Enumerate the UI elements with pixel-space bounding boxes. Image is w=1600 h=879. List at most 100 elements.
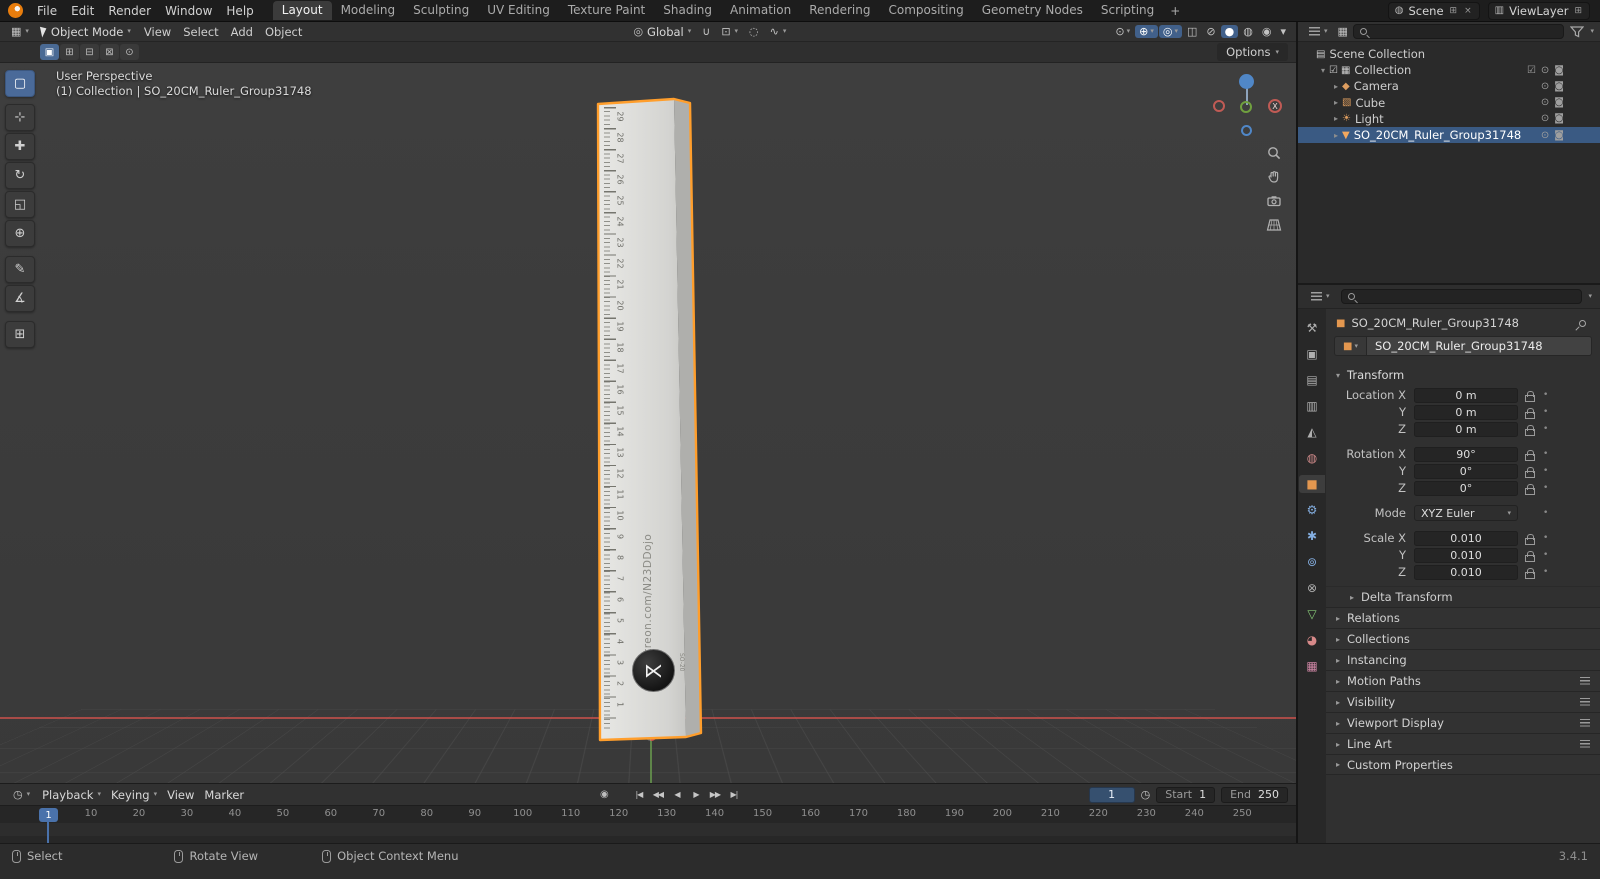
animate-dot[interactable]: • xyxy=(1543,466,1548,476)
animate-dot[interactable]: • xyxy=(1543,407,1548,417)
properties-tab-object-data[interactable]: ▽ xyxy=(1299,605,1325,623)
properties-search[interactable] xyxy=(1340,289,1583,304)
lock-icon[interactable] xyxy=(1525,551,1535,562)
render-toggle-icon[interactable]: ◙ xyxy=(1554,81,1564,92)
menu-edit[interactable]: Edit xyxy=(64,2,101,20)
play-button[interactable]: ▶ xyxy=(687,787,704,803)
transform-tool-button[interactable]: ⊕ xyxy=(5,220,35,247)
menu-file[interactable]: File xyxy=(30,2,64,20)
render-toggle-icon[interactable]: ◙ xyxy=(1554,130,1564,141)
properties-tab-tool[interactable]: ⚒ xyxy=(1299,319,1325,337)
add-workspace-button[interactable]: + xyxy=(1163,4,1187,18)
checkbox-toggle-icon[interactable]: ☑ xyxy=(1527,65,1536,76)
properties-tab-modifiers[interactable]: ⚙ xyxy=(1299,501,1325,519)
workspace-tab-compositing[interactable]: Compositing xyxy=(879,1,972,20)
filter-icon[interactable] xyxy=(1569,24,1585,40)
eye-toggle-icon[interactable]: ⊙ xyxy=(1541,130,1549,141)
camera-view-icon[interactable] xyxy=(1264,191,1284,211)
panel-relations[interactable]: ▸ Relations xyxy=(1326,607,1600,628)
end-frame-field[interactable]: End 250 xyxy=(1221,786,1288,803)
panel-delta-transform[interactable]: ▸ Delta Transform xyxy=(1326,586,1600,607)
workspace-tab-shading[interactable]: Shading xyxy=(654,1,721,20)
select-intersect-button[interactable]: ⊙ xyxy=(120,44,139,60)
lock-icon[interactable] xyxy=(1525,484,1535,495)
select-extend-button[interactable]: ⊞ xyxy=(60,44,79,60)
panel-transform[interactable]: ▾ Transform xyxy=(1326,364,1600,386)
pan-hand-icon[interactable] xyxy=(1264,167,1284,187)
properties-tab-output[interactable]: ▤ xyxy=(1299,371,1325,389)
animate-dot[interactable]: • xyxy=(1543,483,1548,493)
gizmo-x-neg-handle[interactable] xyxy=(1213,100,1225,112)
rotate-tool-button[interactable]: ↻ xyxy=(5,162,35,189)
outliner-editor-type-button[interactable]: ▾ xyxy=(1304,26,1333,37)
properties-tab-constraints[interactable]: ⊗ xyxy=(1299,579,1325,597)
blender-logo-icon[interactable] xyxy=(8,3,23,18)
panel-line-art[interactable]: ▸ Line Art xyxy=(1326,733,1600,754)
view-layer-selector[interactable]: ▥ ViewLayer ⊞ xyxy=(1487,1,1590,20)
outliner-row-so-20cm-ruler-group31748[interactable]: ▸ ▼ SO_20CM_Ruler_Group31748 ⊙ ◙ xyxy=(1298,126,1600,144)
viewport-menu-add[interactable]: Add xyxy=(225,24,259,40)
shading-material-preview[interactable]: ◍ xyxy=(1239,25,1257,38)
move-tool-button[interactable]: ✚ xyxy=(5,133,35,160)
prev-keyframe-button[interactable]: ◀◀ xyxy=(649,787,666,803)
eye-toggle-icon[interactable]: ⊙ xyxy=(1541,81,1549,92)
display-mode-icon[interactable]: ▦ xyxy=(1338,26,1348,37)
render-toggle-icon[interactable]: ◙ xyxy=(1554,113,1564,124)
snap-target-select[interactable]: ⊡ ▾ xyxy=(716,25,743,38)
lock-icon[interactable] xyxy=(1525,568,1535,579)
cursor-tool-button[interactable]: ⊹ xyxy=(5,104,35,131)
expand-icon[interactable]: ▸ xyxy=(1330,98,1342,107)
outliner-row-cube[interactable]: ▸ ▧ Cube ⊙ ◙ xyxy=(1298,95,1600,111)
viewport-menu-object[interactable]: Object xyxy=(259,24,308,40)
value-field[interactable]: 0 m xyxy=(1414,404,1518,420)
properties-tab-scene[interactable]: ◭ xyxy=(1299,423,1325,441)
panel-motion-paths[interactable]: ▸ Motion Paths xyxy=(1326,670,1600,691)
viewport-3d[interactable]: 1 2 3 4 5 6 7 8 9 10 11 12 13 14 15 16 17 18 19 20 21 22 23 24 2… xyxy=(0,63,1296,783)
new-view-layer-icon[interactable]: ⊞ xyxy=(1573,6,1583,16)
scale-tool-button[interactable]: ◱ xyxy=(5,191,35,218)
properties-tab-object[interactable]: ■ xyxy=(1299,475,1325,493)
animate-dot[interactable]: • xyxy=(1543,424,1548,434)
outliner-search-input[interactable] xyxy=(1371,25,1558,38)
playhead[interactable]: 1 xyxy=(39,808,58,822)
snap-toggle[interactable]: ∪ xyxy=(697,25,715,38)
properties-tab-material[interactable]: ◕ xyxy=(1299,631,1325,649)
properties-search-input[interactable] xyxy=(1359,290,1576,303)
expand-icon[interactable]: ▸ xyxy=(1330,82,1342,91)
options-dropdown[interactable]: Options ▾ xyxy=(1217,43,1288,61)
select-set-button[interactable]: ▣ xyxy=(40,44,59,60)
expand-icon[interactable]: ▾ xyxy=(1317,66,1329,75)
properties-tab-particles[interactable]: ✱ xyxy=(1299,527,1325,545)
render-toggle-icon[interactable]: ◙ xyxy=(1554,97,1564,108)
outliner-row-scene-collection[interactable]: ▤ Scene Collection xyxy=(1298,46,1600,62)
workspace-tab-layout[interactable]: Layout xyxy=(272,1,332,20)
outliner-row-light[interactable]: ▸ ☀ Light ⊙ ◙ xyxy=(1298,111,1600,127)
proportional-falloff-select[interactable]: ∿ ▾ xyxy=(765,25,792,38)
outliner-row-camera[interactable]: ▸ ◆ Camera ⊙ ◙ xyxy=(1298,78,1600,94)
eye-toggle-icon[interactable]: ⊙ xyxy=(1541,97,1549,108)
gizmo-z-handle[interactable] xyxy=(1239,74,1254,89)
collection-checkbox-icon[interactable]: ☑ xyxy=(1329,65,1338,76)
timeline-menu-marker[interactable]: Marker xyxy=(199,787,249,803)
animate-dot[interactable]: • xyxy=(1543,550,1548,560)
select-subtract-button[interactable]: ⊟ xyxy=(80,44,99,60)
timeline-editor-type-button[interactable]: ◷ ▾ xyxy=(8,788,35,801)
workspace-tab-rendering[interactable]: Rendering xyxy=(800,1,879,20)
eye-toggle-icon[interactable]: ⊙ xyxy=(1541,65,1549,76)
lock-icon[interactable] xyxy=(1525,467,1535,478)
panel-custom-properties[interactable]: ▸ Custom Properties xyxy=(1326,754,1600,775)
shading-options[interactable]: ▾ xyxy=(1276,25,1290,38)
outliner-search[interactable] xyxy=(1352,24,1565,39)
value-field[interactable]: 90° xyxy=(1414,446,1518,462)
rotation-mode-select[interactable]: XYZ Euler ▾ xyxy=(1414,505,1518,521)
panel-collections[interactable]: ▸ Collections xyxy=(1326,628,1600,649)
add-cube-tool-button[interactable]: ⊞ xyxy=(5,321,35,348)
viewport-menu-view[interactable]: View xyxy=(138,24,177,40)
zoom-icon[interactable] xyxy=(1264,143,1284,163)
shading-rendered[interactable]: ◉ xyxy=(1258,25,1276,38)
value-field[interactable]: 0 m xyxy=(1414,387,1518,403)
timeline-menu-keying[interactable]: Keying ▾ xyxy=(106,787,162,803)
show-overlays[interactable]: ◎ ▾ xyxy=(1158,25,1183,38)
properties-tab-view-layer[interactable]: ▥ xyxy=(1299,397,1325,415)
select-box-tool-button[interactable]: ▢ xyxy=(5,70,35,97)
